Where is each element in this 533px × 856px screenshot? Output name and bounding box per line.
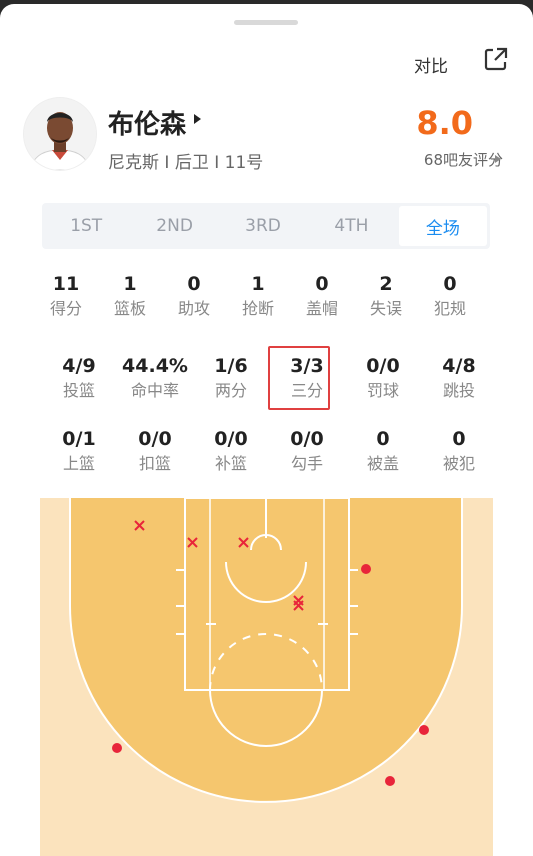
stat-label: 扣篮 xyxy=(138,454,171,473)
stat-turnovers: 2 失误 xyxy=(354,272,418,320)
stat-label: 勾手 xyxy=(290,454,323,473)
tab-1st[interactable]: 1ST xyxy=(42,203,130,249)
stat-ft: 0/0 罚球 xyxy=(345,354,421,402)
made-shot-marker xyxy=(419,725,429,735)
stat-value: 0/0 xyxy=(214,428,248,450)
stat-value: 0/0 xyxy=(366,355,400,377)
stat-fouled: 0 被犯 xyxy=(421,427,497,475)
player-rating: 8.0 xyxy=(416,104,473,142)
stat-hook: 0/0 勾手 xyxy=(269,427,345,475)
stat-label: 补篮 xyxy=(214,454,247,473)
stat-label: 失误 xyxy=(369,299,402,318)
stat-label: 被犯 xyxy=(442,454,475,473)
stat-value: 2 xyxy=(379,273,393,295)
stat-fg-pct: 44.4% 命中率 xyxy=(117,354,193,402)
stat-value: 44.4% xyxy=(122,355,188,377)
stat-value: 0/0 xyxy=(290,428,324,450)
stat-value: 0 xyxy=(376,428,390,450)
stat-blocks: 0 盖帽 xyxy=(290,272,354,320)
period-tabs: 1ST 2ND 3RD 4TH 全场 xyxy=(42,203,490,249)
drag-handle[interactable] xyxy=(234,20,298,25)
stats-row-shot-types: 0/1 上篮 0/0 扣篮 0/0 补篮 0/0 勾手 0 被盖 0 被犯 xyxy=(41,427,501,475)
shot-chart-court xyxy=(40,498,493,856)
stat-label: 助攻 xyxy=(177,299,210,318)
stat-value: 1 xyxy=(123,273,137,295)
tab-4th[interactable]: 4TH xyxy=(307,203,395,249)
stat-label: 两分 xyxy=(214,381,247,400)
stat-assists: 0 助攻 xyxy=(162,272,226,320)
stat-label: 罚球 xyxy=(366,381,399,400)
stat-label: 盖帽 xyxy=(305,299,338,318)
highlight-box xyxy=(268,346,330,410)
tab-3rd[interactable]: 3RD xyxy=(219,203,307,249)
made-shot-marker xyxy=(112,743,122,753)
stat-2pt: 1/6 两分 xyxy=(193,354,269,402)
chevron-right-icon[interactable] xyxy=(495,155,501,163)
share-icon[interactable] xyxy=(482,45,510,73)
stat-blocked: 0 被盖 xyxy=(345,427,421,475)
stat-value: 0 xyxy=(452,428,466,450)
stat-jumpshot: 4/8 跳投 xyxy=(421,354,497,402)
player-avatar[interactable] xyxy=(24,98,96,170)
stat-value: 0 xyxy=(315,273,329,295)
stat-label: 得分 xyxy=(49,299,82,318)
stat-fouls: 0 犯规 xyxy=(418,272,482,320)
stat-value: 4/8 xyxy=(442,355,476,377)
player-name[interactable]: 布伦森 xyxy=(108,104,186,141)
stat-value: 0 xyxy=(443,273,457,295)
stats-row-basic: 11 得分 1 篮板 0 助攻 1 抢断 0 盖帽 2 失误 0 犯规 xyxy=(34,272,494,320)
stat-rebounds: 1 篮板 xyxy=(98,272,162,320)
stat-value: 11 xyxy=(52,273,80,295)
stat-value: 1/6 xyxy=(214,355,248,377)
stat-tip: 0/0 补篮 xyxy=(193,427,269,475)
tab-2nd[interactable]: 2ND xyxy=(130,203,218,249)
player-stats-sheet: 对比 布伦森 尼克斯 I 后卫 I 11号 8.0 68吧友评分 1ST 2ND… xyxy=(0,4,533,856)
rating-count-link[interactable]: 68吧友评分 xyxy=(424,149,503,170)
stat-steals: 1 抢断 xyxy=(226,272,290,320)
stat-label: 抢断 xyxy=(241,299,274,318)
stat-label: 犯规 xyxy=(433,299,466,318)
stat-label: 命中率 xyxy=(130,381,179,400)
stat-points: 11 得分 xyxy=(34,272,98,320)
made-shot-marker xyxy=(385,776,395,786)
stat-value: 0 xyxy=(187,273,201,295)
stat-value: 0/0 xyxy=(138,428,172,450)
stat-label: 投篮 xyxy=(62,381,95,400)
compare-button[interactable]: 对比 xyxy=(414,52,448,77)
stat-value: 0/1 xyxy=(62,428,96,450)
stat-label: 篮板 xyxy=(113,299,146,318)
stat-label: 上篮 xyxy=(62,454,95,473)
stat-value: 4/9 xyxy=(62,355,96,377)
player-team-position: 尼克斯 I 后卫 I 11号 xyxy=(108,153,264,173)
stat-fg: 4/9 投篮 xyxy=(41,354,117,402)
chevron-right-icon[interactable] xyxy=(194,114,201,124)
stat-label: 被盖 xyxy=(366,454,399,473)
stat-label: 跳投 xyxy=(442,381,475,400)
stat-value: 1 xyxy=(251,273,265,295)
tab-full-game[interactable]: 全场 xyxy=(398,206,488,246)
stat-layup: 0/1 上篮 xyxy=(41,427,117,475)
made-shot-marker xyxy=(361,564,371,574)
stat-dunk: 0/0 扣篮 xyxy=(117,427,193,475)
